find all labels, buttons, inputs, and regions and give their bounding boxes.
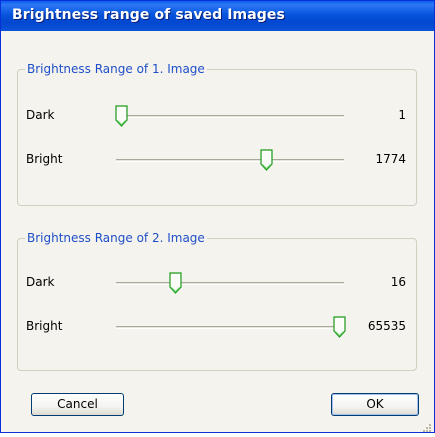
dialog-window: Brightness range of saved Images Brightn…	[0, 0, 435, 433]
slider-track	[116, 326, 344, 329]
slider-track	[116, 282, 344, 285]
image1-brightness-group: Brightness Range of 1. Image Dark 1 Brig…	[17, 62, 417, 206]
image1-dark-slider[interactable]	[114, 105, 344, 127]
window-title: Brightness range of saved Images	[12, 7, 285, 23]
image1-bright-value: 1774	[375, 152, 406, 166]
image2-bright-label: Bright	[26, 319, 63, 333]
image1-dark-label: Dark	[26, 108, 55, 122]
slider-thumb-icon[interactable]	[169, 272, 182, 294]
slider-track	[116, 115, 344, 118]
image2-dark-label: Dark	[26, 275, 55, 289]
slider-thumb-icon[interactable]	[260, 149, 274, 171]
image2-group-legend: Brightness Range of 2. Image	[25, 231, 207, 245]
title-bar[interactable]: Brightness range of saved Images	[1, 1, 434, 31]
slider-thumb-icon[interactable]	[333, 316, 347, 338]
dialog-body: Brightness Range of 1. Image Dark 1 Brig…	[1, 31, 434, 432]
ok-button[interactable]: OK	[331, 393, 419, 416]
cancel-button[interactable]: Cancel	[31, 393, 124, 416]
slider-track	[116, 159, 344, 162]
image2-dark-slider[interactable]	[116, 272, 344, 294]
image2-bright-slider[interactable]	[116, 316, 347, 338]
image2-bright-value: 65535	[367, 319, 406, 333]
image1-bright-label: Bright	[26, 152, 63, 166]
image2-brightness-group: Brightness Range of 2. Image Dark 16 Bri…	[17, 231, 417, 371]
slider-thumb-icon[interactable]	[114, 105, 128, 127]
image2-dark-value: 16	[390, 275, 406, 289]
resize-grip-icon[interactable]	[420, 418, 432, 432]
image1-group-legend: Brightness Range of 1. Image	[25, 62, 207, 76]
image1-dark-value: 1	[398, 108, 406, 122]
image1-bright-slider[interactable]	[116, 149, 344, 171]
